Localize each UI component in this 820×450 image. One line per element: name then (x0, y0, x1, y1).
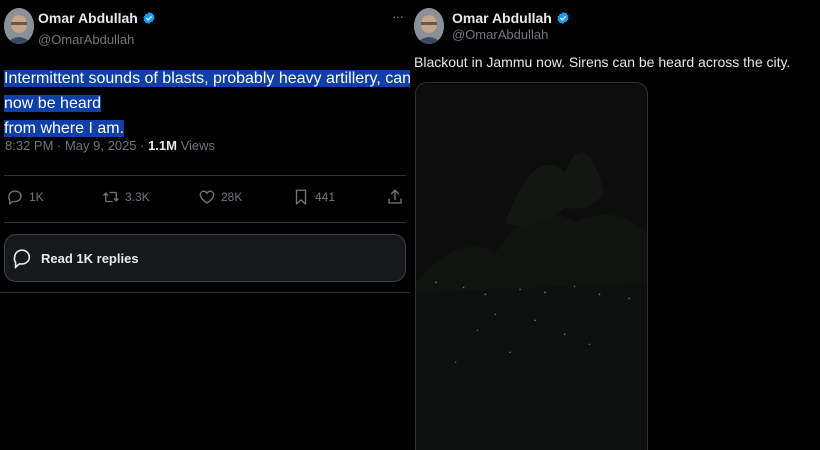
read-replies-button[interactable]: Read 1K replies (4, 234, 406, 282)
divider-top (4, 175, 406, 176)
tweet-text-line-1: Intermittent sounds of blasts, probably … (4, 70, 412, 112)
verified-badge-icon (557, 11, 569, 25)
share-icon (388, 189, 402, 204)
tweet-detail-left: Omar Abdullah @OmarAbdullah Intermittent… (0, 0, 412, 450)
reply-button[interactable]: 1K (6, 188, 44, 206)
reply-count: 1K (29, 190, 44, 204)
bookmark-count: 441 (315, 190, 336, 204)
author-handle[interactable]: @OmarAbdullah (38, 32, 134, 47)
tweet-time[interactable]: 8:32 PM · May 9, 2025 · (5, 138, 148, 153)
speech-bubble-icon (13, 249, 31, 269)
author-avatar[interactable] (414, 8, 444, 44)
bookmark-icon (295, 189, 307, 206)
read-replies-label: Read 1K replies (41, 250, 139, 266)
like-button[interactable]: 28K (198, 188, 242, 206)
tweet-text: Blackout in Jammu now. Sirens can be hea… (414, 54, 791, 70)
divider-bottom (4, 222, 406, 223)
tweet-text-line-2: from where I am. (4, 120, 125, 137)
video-frame-night-city (416, 83, 647, 450)
author-handle[interactable]: @OmarAbdullah (452, 27, 548, 42)
like-icon (199, 190, 215, 204)
verified-badge-icon (143, 11, 155, 25)
author-name[interactable]: Omar Abdullah (452, 10, 570, 26)
views-count: 1.1M (148, 138, 177, 153)
tweet-text: Intermittent sounds of blasts, probably … (4, 66, 414, 141)
video-player[interactable] (415, 82, 648, 450)
repost-icon (103, 191, 119, 203)
reply-icon (8, 190, 22, 206)
tweet-right: ··· Omar Abdullah @OmarAbdullah Blackout… (392, 0, 820, 450)
bookmark-button[interactable]: 441 (292, 188, 335, 206)
more-options-icon[interactable]: ··· (392, 9, 404, 24)
views-label: Views (176, 138, 216, 153)
share-button[interactable] (386, 188, 404, 206)
tweet-timestamp[interactable]: 8:32 PM · May 9, 2025 · 1.1M Views (5, 138, 215, 153)
like-count: 28K (221, 190, 243, 204)
repost-button[interactable]: 3.3K (102, 188, 150, 206)
repost-count: 3.3K (125, 190, 150, 204)
action-bar: 1K 3.3K 28K 441 (6, 188, 406, 212)
author-avatar[interactable] (4, 8, 34, 44)
section-divider (0, 292, 410, 293)
author-name[interactable]: Omar Abdullah (38, 10, 156, 26)
